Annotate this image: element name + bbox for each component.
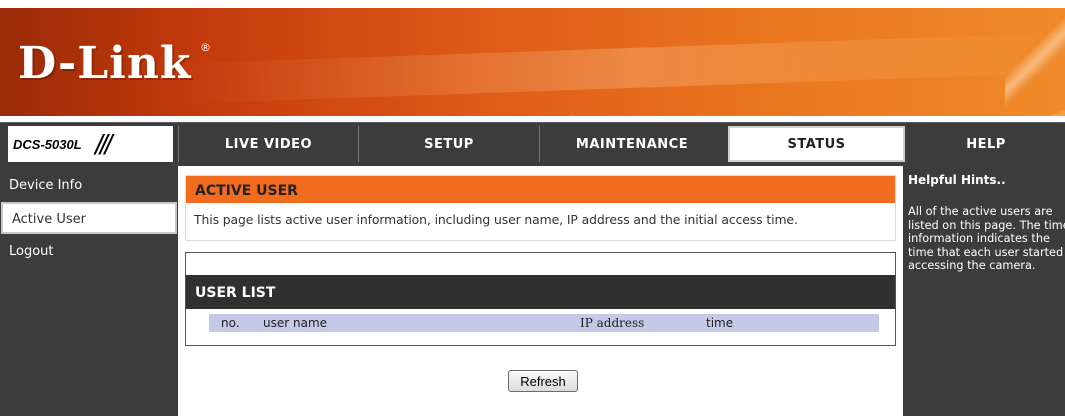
tab-status[interactable]: STATUS — [728, 126, 905, 162]
sidebar-item-logout[interactable]: Logout — [0, 236, 178, 268]
active-user-section: ACTIVE USER This page lists active user … — [185, 175, 896, 241]
column-ip-address: IP address — [580, 316, 645, 330]
active-user-description: This page lists active user information,… — [194, 212, 798, 227]
main-content: ACTIVE USER This page lists active user … — [178, 166, 902, 416]
active-user-title: ACTIVE USER — [186, 176, 895, 203]
tab-live-video[interactable]: LIVE VIDEO — [178, 126, 358, 162]
hints-title: Helpful Hints.. — [908, 173, 1006, 187]
top-nav: DCS-5030L /// LIVE VIDEO SETUP MAINTENAN… — [0, 122, 1065, 166]
hints-text: All of the active users are listed on th… — [908, 205, 1065, 272]
sidebar-item-active-user[interactable]: Active User — [1, 202, 177, 234]
dlink-banner: D-Link ® — [0, 8, 1065, 116]
column-time: time — [706, 316, 734, 330]
dlink-logo: D-Link — [18, 38, 192, 89]
user-list-title: USER LIST — [186, 275, 895, 309]
helpful-hints-panel: Helpful Hints.. All of the active users … — [903, 166, 1065, 416]
tab-setup[interactable]: SETUP — [358, 126, 539, 162]
model-name: DCS-5030L — [13, 137, 82, 152]
column-no: no. — [221, 316, 240, 330]
banner-shine — [1005, 8, 1065, 116]
model-slashes: /// — [95, 129, 112, 160]
refresh-button[interactable]: Refresh — [508, 370, 578, 392]
sidebar-item-device-info[interactable]: Device Info — [0, 170, 178, 202]
tab-help[interactable]: HELP — [907, 126, 1065, 162]
user-list-section: USER LIST no. user name IP address time — [185, 252, 896, 346]
sidebar: Device Info Active User Logout — [0, 166, 178, 416]
model-badge: DCS-5030L /// — [8, 126, 173, 162]
banner-arc — [552, 8, 1065, 116]
column-user-name: user name — [263, 316, 328, 330]
tab-maintenance[interactable]: MAINTENANCE — [539, 126, 724, 162]
registered-mark: ® — [200, 41, 211, 54]
user-list-column-header: no. user name IP address time — [209, 314, 879, 332]
